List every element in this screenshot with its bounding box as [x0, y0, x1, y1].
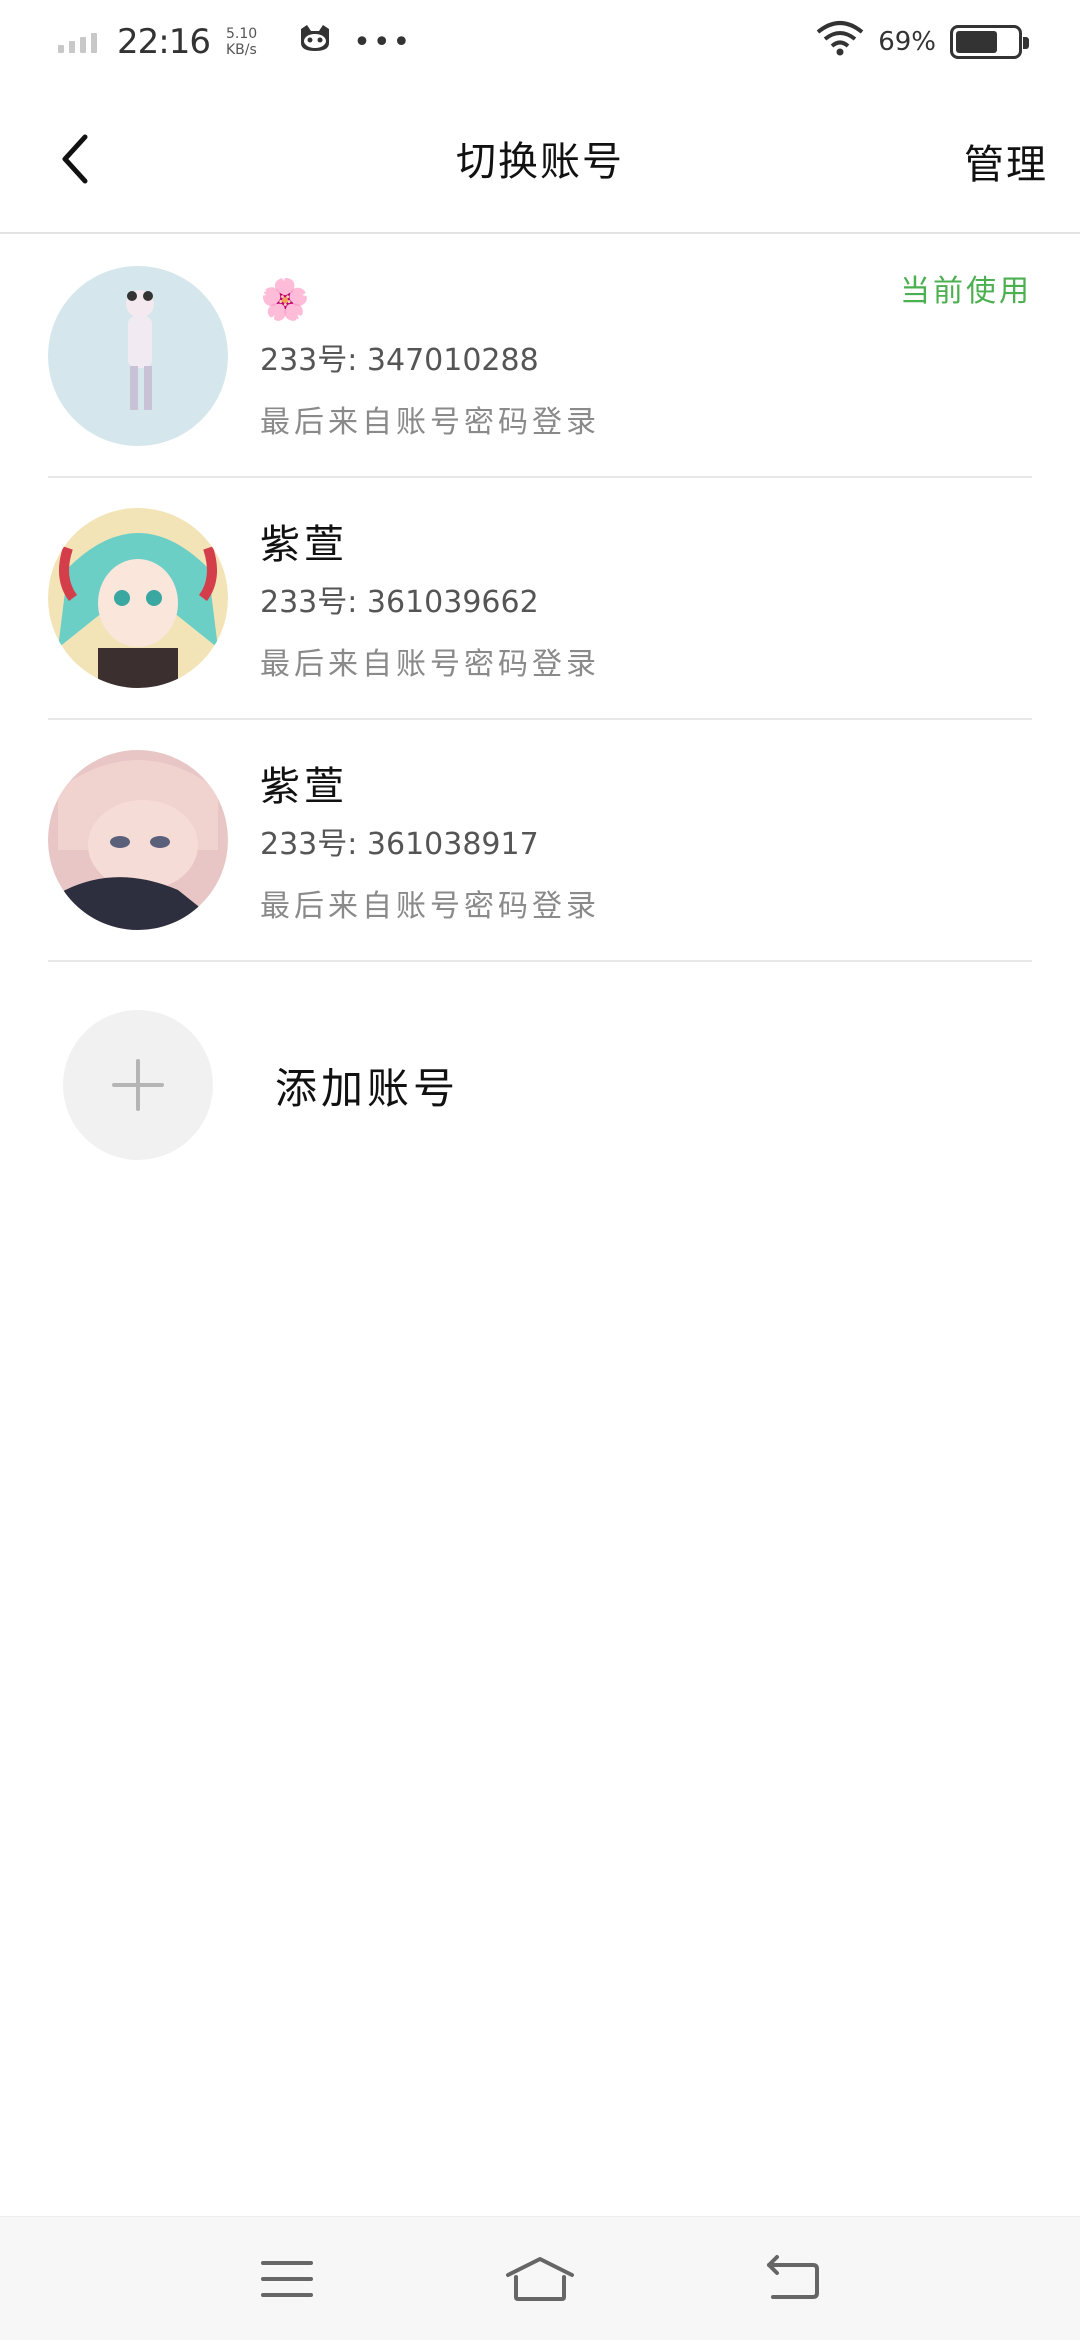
account-name: 紫萱 — [260, 522, 348, 568]
account-item[interactable]: 紫萱 233号: 361039662 最后来自账号密码登录 — [48, 478, 1032, 720]
system-nav-bar — [0, 2216, 1080, 2340]
avatar — [48, 750, 228, 930]
current-account-badge: 当前使用 — [900, 274, 1032, 309]
add-account-label: 添加账号 — [275, 1063, 460, 1113]
account-name: 紫萱 — [260, 764, 348, 810]
back-button[interactable] — [40, 124, 110, 194]
nav-home-button[interactable] — [495, 2244, 585, 2314]
account-item[interactable]: 紫萱 233号: 361038917 最后来自账号密码登录 — [48, 720, 1032, 962]
account-id: 233号: 361039662 — [260, 585, 539, 620]
account-login-method: 最后来自账号密码登录 — [260, 405, 600, 440]
account-login-method: 最后来自账号密码登录 — [260, 647, 600, 682]
account-item[interactable]: 🌸 233号: 347010288 最后来自账号密码登录 当前使用 — [48, 236, 1032, 478]
network-speed-value: 5.10 — [225, 26, 258, 42]
status-bar: 22:16 5.10 KB/s ••• 69% — [0, 0, 1080, 84]
more-dots-icon: ••• — [353, 24, 413, 60]
add-account-circle — [63, 1010, 213, 1160]
battery-icon — [950, 25, 1029, 59]
avatar — [48, 266, 228, 446]
status-time: 22:16 — [117, 22, 211, 62]
signal-icon — [58, 31, 97, 53]
wifi-icon — [816, 20, 864, 65]
account-id: 233号: 361038917 — [260, 827, 539, 862]
manage-button[interactable]: 管理 — [964, 132, 1048, 190]
battery-fill — [956, 31, 998, 53]
menu-icon — [260, 2260, 313, 2297]
add-account-button[interactable]: 添加账号 — [48, 1000, 1032, 1170]
back-icon — [767, 2254, 820, 2299]
account-id: 233号: 347010288 — [260, 343, 539, 378]
network-speed-unit: KB/s — [225, 42, 257, 58]
home-icon — [505, 2256, 574, 2301]
battery-percent: 69% — [878, 27, 936, 57]
page-title: 切换账号 — [456, 139, 624, 185]
account-list: 🌸 233号: 347010288 最后来自账号密码登录 当前使用 紫萱 233… — [48, 236, 1032, 962]
header-bar: 切换账号 管理 — [0, 84, 1080, 234]
network-speed: 5.10 KB/s — [226, 26, 257, 58]
nav-menu-button[interactable] — [242, 2244, 332, 2314]
plus-icon — [112, 1059, 164, 1111]
nav-back-button[interactable] — [748, 2244, 838, 2314]
account-name: 🌸 — [260, 276, 314, 323]
cat-icon — [297, 22, 333, 62]
chevron-left-icon — [62, 134, 88, 184]
avatar — [48, 508, 228, 688]
account-login-method: 最后来自账号密码登录 — [260, 889, 600, 924]
